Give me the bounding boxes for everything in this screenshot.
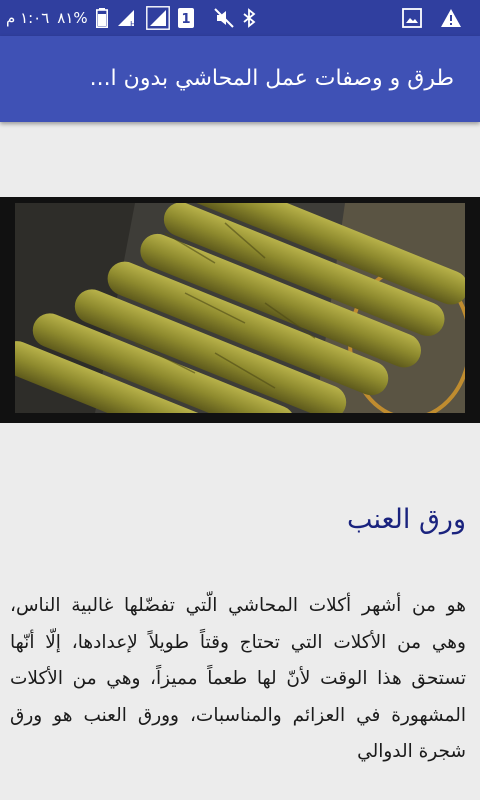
warning-icon [440,8,462,28]
app-title: طرق و وصفات عمل المحاشي بدون ا... [89,66,454,91]
svg-text:H: H [130,20,136,28]
battery-icon [95,8,108,28]
bluetooth-icon [242,8,256,28]
sim-badge-text: 1 [181,12,190,27]
article-image-frame [0,197,480,423]
app-bar: طرق و وصفات عمل المحاشي بدون ا... [0,36,480,122]
signal-strength-icon [145,6,170,30]
image-notification-icon [402,8,422,28]
article-heading: ورق العنب [346,504,466,535]
sim-badge-icon: 1 [177,8,194,28]
stuffed-grape-leaves-photo [15,203,465,413]
battery-percent: %٨١ [57,9,88,27]
article-body: هو من أشهر أكلات المحاشي الّتي تفضّلها غ… [10,595,466,762]
signal-h-icon: H [116,8,138,28]
status-right-group [402,0,462,36]
clock-text: ١:٠٦ م [6,9,50,27]
status-bar: ١:٠٦ م %٨١ H 1 [0,0,480,36]
status-left-group: ١:٠٦ م %٨١ H 1 [6,0,256,36]
mute-icon [213,8,234,28]
